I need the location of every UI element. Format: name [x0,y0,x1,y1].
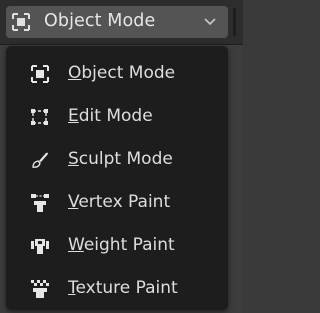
menu-item-label: Sculpt Mode [68,149,173,169]
edit-mode-icon [31,109,48,125]
viewport-header: Object Mode [0,0,243,45]
menu-item-label: Texture Paint [68,278,178,298]
menu-item-label: Weight Paint [68,235,175,255]
header-divider [233,8,236,36]
mode-menu: Object Mode Edit Mode Sculpt Mode Vertex… [6,46,228,310]
object-mode-icon [12,13,30,31]
vertex-paint-icon [31,194,49,212]
menu-item-vertex-paint[interactable]: Vertex Paint [10,185,224,219]
weight-paint-icon [31,239,49,254]
menu-item-edit-mode[interactable]: Edit Mode [10,99,224,133]
menu-item-sculpt-mode[interactable]: Sculpt Mode [10,142,224,176]
sculpt-mode-icon [32,152,48,168]
menu-item-texture-paint[interactable]: Texture Paint [10,271,224,305]
menu-item-label: Vertex Paint [68,192,171,212]
menu-item-weight-paint[interactable]: Weight Paint [10,228,224,262]
mode-dropdown-label: Object Mode [44,11,156,31]
texture-paint-icon [31,280,49,298]
chevron-down-icon [204,18,216,26]
mode-dropdown[interactable]: Object Mode [6,6,228,38]
menu-item-object-mode[interactable]: Object Mode [10,56,224,90]
object-mode-icon [31,65,49,83]
menu-item-label: Object Mode [68,63,176,83]
menu-item-label: Edit Mode [68,106,153,126]
